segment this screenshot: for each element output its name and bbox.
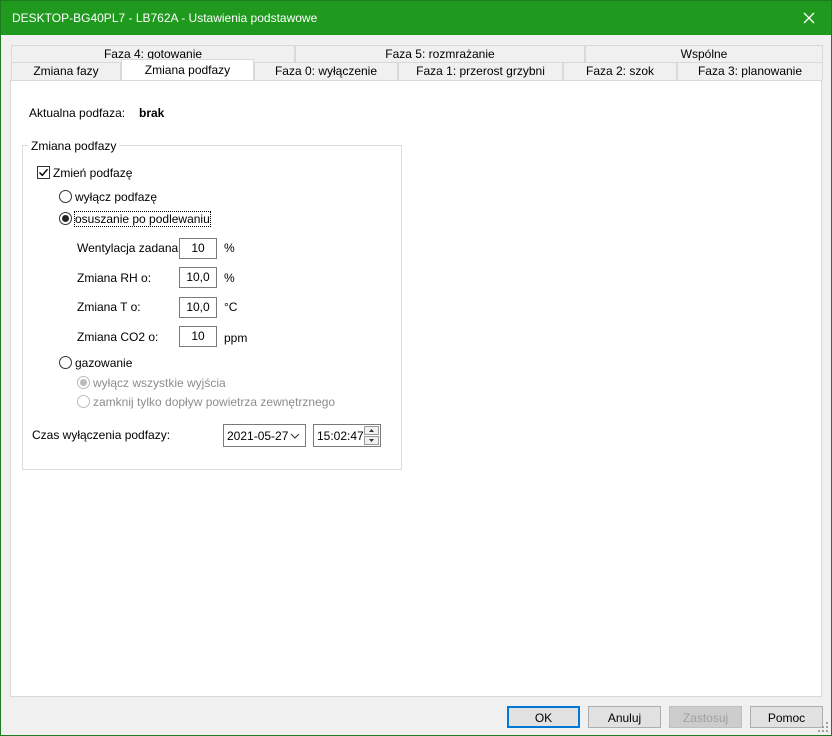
radio-gassing-label[interactable]: gazowanie bbox=[75, 356, 132, 370]
apply-button[interactable]: Zastosuj bbox=[669, 706, 742, 728]
rh-change-unit: % bbox=[224, 271, 235, 285]
co2-change-input[interactable]: 10 bbox=[179, 326, 217, 347]
tab-label: Zmiana podfazy bbox=[144, 63, 231, 77]
tab-faza-2[interactable]: Faza 2: szok bbox=[563, 62, 677, 80]
checkmark-icon bbox=[39, 168, 49, 177]
spin-up-button[interactable] bbox=[364, 426, 379, 435]
chevron-down-icon[interactable] bbox=[290, 433, 300, 439]
spin-down-icon bbox=[369, 439, 374, 442]
date-picker[interactable]: 2021-05-27 bbox=[223, 424, 306, 447]
date-value: 2021-05-27 bbox=[227, 429, 289, 443]
title-bar[interactable]: DESKTOP-BG40PL7 - LB762A - Ustawienia po… bbox=[1, 1, 831, 35]
co2-change-unit: ppm bbox=[224, 331, 248, 345]
rh-change-label: Zmiana RH o: bbox=[77, 271, 152, 285]
tab-label: Faza 3: planowanie bbox=[697, 64, 803, 78]
tab-label: Zmiana fazy bbox=[33, 64, 99, 78]
help-button[interactable]: Pomoc bbox=[750, 706, 823, 728]
ok-button[interactable]: OK bbox=[507, 706, 580, 728]
groupbox-title: Zmiana podfazy bbox=[28, 139, 120, 153]
radio-drying-label[interactable]: osuszanie po podlewaniu bbox=[74, 211, 211, 227]
tab-label: Faza 0: wyłączenie bbox=[274, 64, 378, 78]
window-title: DESKTOP-BG40PL7 - LB762A - Ustawienia po… bbox=[12, 11, 318, 25]
temp-change-label: Zmiana T o: bbox=[77, 300, 141, 314]
rh-change-input[interactable]: 10,0 bbox=[179, 267, 217, 288]
dialog-window: DESKTOP-BG40PL7 - LB762A - Ustawienia po… bbox=[0, 0, 832, 736]
temp-change-unit: °C bbox=[224, 300, 238, 314]
end-time-label: Czas wyłączenia podfazy: bbox=[32, 428, 171, 442]
radio-turn-off-all-outputs-label[interactable]: wyłącz wszystkie wyjścia bbox=[93, 376, 226, 390]
spin-up-icon bbox=[369, 429, 374, 432]
tab-faza-0[interactable]: Faza 0: wyłączenie bbox=[254, 62, 398, 80]
tab-faza-5[interactable]: Faza 5: rozmrażanie bbox=[295, 45, 585, 63]
temp-change-input[interactable]: 10,0 bbox=[179, 297, 217, 318]
change-subphase-label[interactable]: Zmień podfazę bbox=[53, 166, 132, 180]
current-subphase-value: brak bbox=[139, 106, 165, 120]
radio-close-outside-air[interactable] bbox=[77, 395, 90, 408]
spin-down-button[interactable] bbox=[364, 436, 379, 445]
current-subphase-label: Aktualna podfaza: bbox=[29, 106, 126, 120]
tab-zmiana-fazy[interactable]: Zmiana fazy bbox=[11, 62, 121, 80]
time-spinner[interactable]: 15:02:47 bbox=[313, 424, 381, 447]
radio-gassing[interactable] bbox=[59, 356, 72, 369]
tab-faza-1[interactable]: Faza 1: przerost grzybni bbox=[398, 62, 563, 80]
change-subphase-checkbox[interactable] bbox=[37, 166, 50, 179]
tab-faza-3[interactable]: Faza 3: planowanie bbox=[677, 62, 823, 80]
cancel-button[interactable]: Anuluj bbox=[588, 706, 661, 728]
time-value: 15:02:47 bbox=[317, 429, 364, 443]
radio-turn-off-subphase[interactable] bbox=[59, 190, 72, 203]
co2-change-label: Zmiana CO2 o: bbox=[77, 330, 159, 344]
radio-close-outside-air-label[interactable]: zamknij tylko dopływ powietrza zewnętrzn… bbox=[93, 395, 335, 409]
radio-drying-after-watering[interactable] bbox=[59, 212, 72, 225]
tab-label: Faza 2: szok bbox=[585, 64, 655, 78]
tab-zmiana-podfazy[interactable]: Zmiana podfazy bbox=[121, 59, 254, 80]
tab-label: Faza 1: przerost grzybni bbox=[416, 64, 545, 78]
ventilation-input[interactable]: 10 bbox=[179, 238, 217, 259]
close-icon bbox=[803, 12, 815, 24]
radio-turn-off-label[interactable]: wyłącz podfazę bbox=[75, 190, 157, 204]
close-button[interactable] bbox=[787, 1, 831, 35]
tab-wspolne[interactable]: Wspólne bbox=[585, 45, 823, 63]
ventilation-unit: % bbox=[224, 241, 235, 255]
tab-label: Wspólne bbox=[680, 47, 728, 61]
resize-grip-icon[interactable] bbox=[817, 721, 829, 733]
tab-label: Faza 5: rozmrażanie bbox=[385, 47, 495, 61]
ventilation-label: Wentylacja zadana: bbox=[77, 241, 182, 255]
radio-turn-off-all-outputs[interactable] bbox=[77, 376, 90, 389]
